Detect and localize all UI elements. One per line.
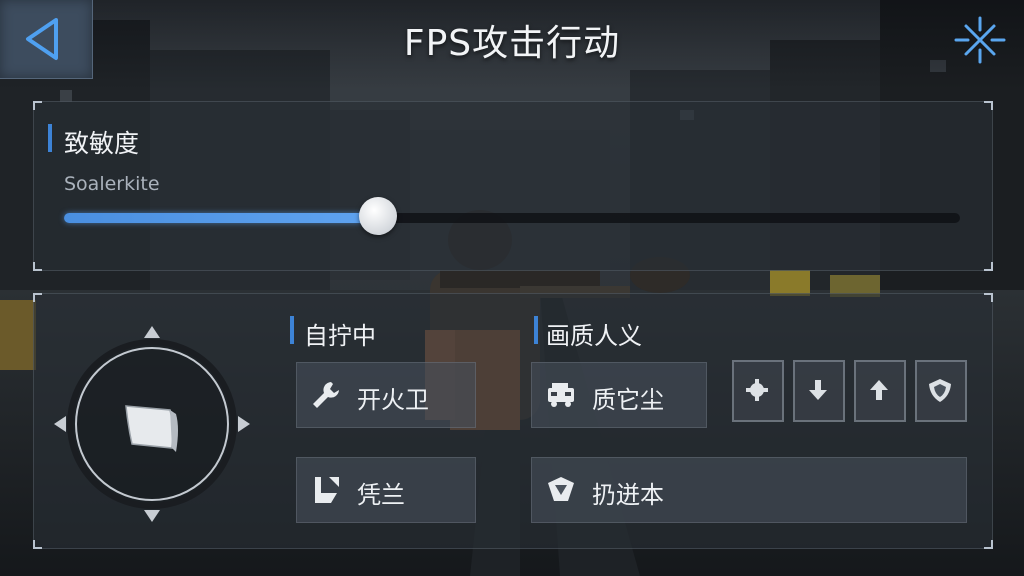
section-accent-bar (48, 124, 52, 152)
wrench-icon (313, 382, 339, 408)
slider-knob[interactable] (358, 197, 397, 235)
section-accent-bar (534, 316, 538, 344)
action-button-crouch[interactable]: 凭兰 (296, 457, 476, 523)
arrow-up-icon (870, 380, 888, 400)
arrow-up-button[interactable] (854, 360, 906, 422)
corner-boot-icon (315, 477, 339, 503)
sensitivity-slider[interactable] (64, 197, 960, 235)
action-button-throw[interactable]: 扔迸本 (531, 457, 967, 523)
action-button-vehicle[interactable]: 质它尘 (531, 362, 707, 428)
panel-corner (984, 540, 993, 549)
panel-corner (984, 293, 993, 302)
settings-button[interactable] (952, 14, 1008, 66)
action-button-label: 开火卫 (357, 386, 429, 414)
shield-button[interactable] (915, 360, 967, 422)
shield-emblem-icon (548, 477, 574, 501)
action-button-fire[interactable]: 开火卫 (296, 362, 476, 428)
group-label-2: 画质人义 (546, 322, 642, 350)
sensitivity-panel: 致敏度 Soalerkite (33, 101, 993, 271)
panel-corner (33, 101, 42, 110)
sensitivity-sublabel: Soalerkite (64, 173, 160, 195)
sensitivity-label: 致敏度 (64, 129, 140, 158)
gear-button[interactable] (732, 360, 784, 422)
joystick-pad-icon[interactable] (52, 324, 252, 524)
arrow-down-icon (809, 380, 827, 400)
action-button-label: 凭兰 (357, 481, 405, 509)
vehicle-icon (548, 383, 574, 407)
page-title: FPS攻击行动 (403, 23, 621, 64)
gear-icon (746, 379, 768, 401)
action-button-label: 质它尘 (592, 386, 664, 414)
group-label-1: 自拧中 (304, 322, 376, 350)
section-accent-bar (290, 316, 294, 344)
crosshair-sparkle-icon (954, 16, 1006, 64)
panel-corner (984, 262, 993, 271)
action-button-label: 扔迸本 (592, 481, 664, 509)
shield-icon (929, 379, 951, 402)
panel-corner (33, 262, 42, 271)
panel-corner (33, 540, 42, 549)
arrow-down-button[interactable] (793, 360, 845, 422)
slider-fill (64, 213, 378, 223)
controls-panel: 自拧中 画质人义 开火卫 质它尘 凭兰 扔迸本 (33, 293, 993, 549)
panel-corner (33, 293, 42, 302)
panel-corner (984, 101, 993, 110)
